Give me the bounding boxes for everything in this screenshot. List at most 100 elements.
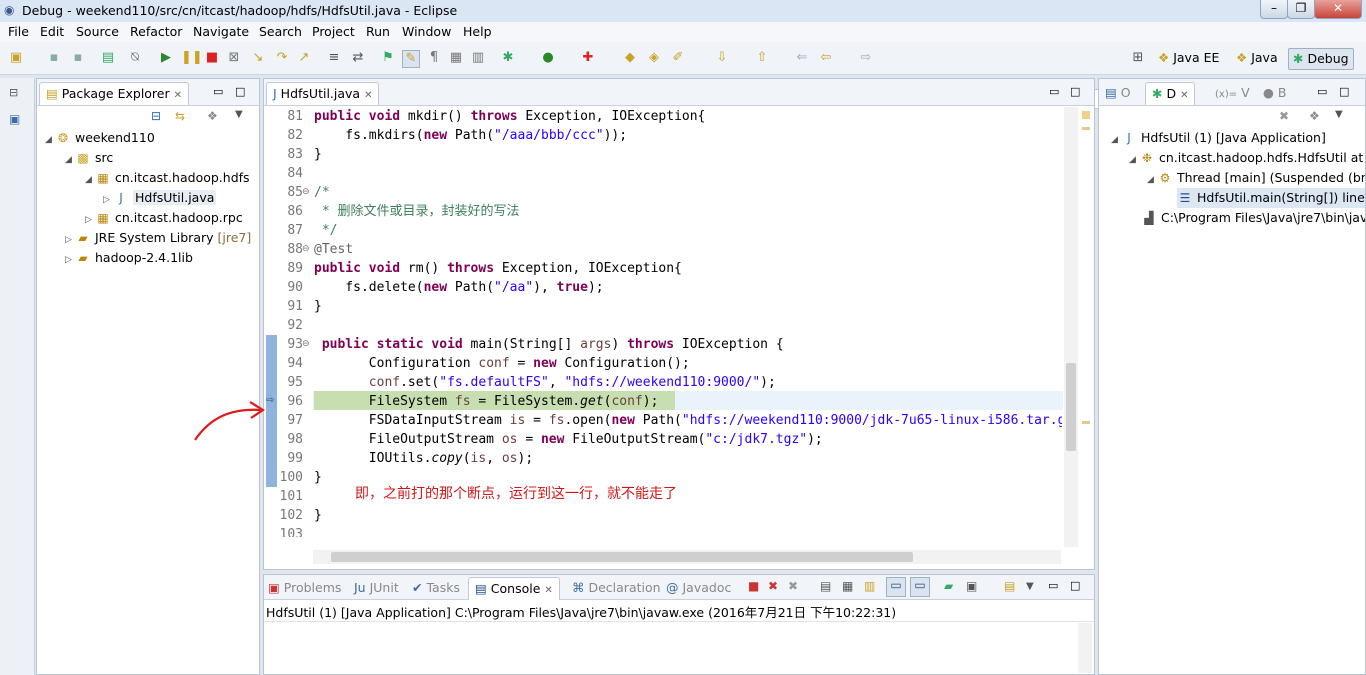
tab-package-explorer[interactable]: ▤ Package Explorer ✕ bbox=[39, 82, 190, 105]
restore-icon[interactable]: ⊟ bbox=[9, 86, 18, 99]
pin-console-icon[interactable]: ▰ bbox=[944, 579, 953, 593]
code-line[interactable]: conf.set("fs.defaultFS", "hdfs://weekend… bbox=[314, 373, 776, 392]
remove-launch-icon[interactable]: ✖ bbox=[768, 579, 778, 593]
maximize-button[interactable]: ❐ bbox=[1287, 0, 1315, 19]
view-focus-icon[interactable]: ❖ bbox=[1309, 109, 1320, 123]
toggle-mark-icon[interactable]: ✎ bbox=[402, 50, 420, 68]
save-all-icon[interactable]: ▪ bbox=[70, 50, 86, 66]
minimize-panel-icon[interactable]: ▭ bbox=[1048, 579, 1058, 592]
step-over-icon[interactable]: ↷ bbox=[274, 50, 290, 66]
close-window-button[interactable]: ✕ bbox=[1314, 0, 1362, 19]
code-line[interactable]: } bbox=[314, 506, 322, 525]
console-scrollbar[interactable] bbox=[1078, 623, 1092, 673]
tab-javadoc[interactable]: @ Javadoc bbox=[666, 577, 731, 599]
perspective-java[interactable]: ❖ Java bbox=[1236, 48, 1278, 68]
minimize-panel-icon[interactable]: ▭ bbox=[1049, 85, 1059, 98]
collapse-all-icon[interactable]: ⊟ bbox=[151, 109, 161, 123]
debug-stack-frame-item[interactable]: ☰ HdfsUtil.main(String[]) line: bbox=[1177, 188, 1365, 208]
next-annotation-icon[interactable]: ⇩ bbox=[714, 50, 730, 66]
code-line[interactable]: fs.mkdirs(new Path("/aaa/bbb/ccc")); bbox=[314, 126, 627, 145]
forward-icon[interactable]: ⇨ bbox=[858, 50, 874, 66]
new-class-icon[interactable]: ✐ bbox=[670, 50, 686, 66]
disconnect-icon[interactable]: ⊠ bbox=[226, 50, 242, 66]
open-perspective-icon[interactable]: ⚑ bbox=[380, 50, 396, 66]
fold-toggle-icon[interactable]: ⊖ bbox=[302, 244, 310, 254]
step-into-icon[interactable]: ↘ bbox=[250, 50, 266, 66]
minimize-button[interactable]: – bbox=[1260, 0, 1288, 19]
debug-icon[interactable]: ✱ bbox=[500, 50, 516, 66]
resume-icon[interactable]: ▶ bbox=[158, 50, 174, 66]
step-return-icon[interactable]: ↗ bbox=[296, 50, 312, 66]
open-perspective-button-icon[interactable]: ⊞ bbox=[1130, 50, 1146, 66]
perspective-debug[interactable]: ✱ Debug bbox=[1288, 48, 1354, 70]
open-type-icon[interactable]: ▤ bbox=[100, 50, 116, 66]
scroll-lock-icon[interactable]: ▦ bbox=[842, 579, 853, 593]
code-line[interactable]: FileOutputStream os = new FileOutputStre… bbox=[314, 430, 823, 449]
code-line[interactable]: public void rm() throws Exception, IOExc… bbox=[314, 259, 682, 278]
code-line[interactable]: } bbox=[314, 297, 322, 316]
block-select-icon[interactable]: ▦ bbox=[448, 50, 464, 66]
tab-tasks[interactable]: ✔ Tasks bbox=[412, 577, 460, 599]
tree-item-src[interactable]: ◢ ▩ src bbox=[65, 148, 113, 168]
scroll-thumb[interactable] bbox=[331, 552, 913, 562]
use-step-filters-icon[interactable]: ⇄ bbox=[350, 50, 366, 66]
remove-terminated-icon[interactable]: ✖ bbox=[1279, 109, 1289, 123]
external-tools-icon[interactable]: ✚ bbox=[580, 50, 596, 66]
close-tab-icon[interactable]: ✕ bbox=[364, 90, 372, 101]
code-line[interactable]: Configuration conf = new Configuration()… bbox=[314, 354, 690, 373]
remove-all-launches-icon[interactable]: ✖ bbox=[788, 579, 798, 593]
show-whitespace-icon[interactable]: ¶ bbox=[426, 50, 442, 66]
view-menu-focus-icon[interactable]: ❖ bbox=[207, 109, 218, 123]
view-menu-icon[interactable]: ▼ bbox=[1335, 109, 1343, 120]
skip-breakpoints-icon[interactable]: ⍉ bbox=[127, 50, 143, 66]
fold-toggle-icon[interactable]: ⊖ bbox=[302, 187, 310, 197]
maximize-panel-icon[interactable]: □ bbox=[1339, 85, 1349, 98]
menu-navigate[interactable]: Navigate bbox=[193, 24, 249, 39]
outline-minimized-icon[interactable]: ▣ bbox=[9, 112, 20, 126]
menu-window[interactable]: Window bbox=[402, 24, 451, 39]
back-icon[interactable]: ⇦ bbox=[818, 50, 834, 66]
warning-marker[interactable] bbox=[1082, 111, 1090, 119]
code-line[interactable]: public void mkdir() throws Exception, IO… bbox=[314, 107, 705, 126]
fold-toggle-icon[interactable]: ⊖ bbox=[302, 339, 310, 349]
editor-vertical-scrollbar[interactable] bbox=[1064, 107, 1078, 547]
show-on-stderr-icon[interactable]: ▭ bbox=[910, 577, 930, 597]
tree-item-project[interactable]: ◢ ❂ weekend110 bbox=[45, 128, 155, 148]
tree-item-package-hdfs[interactable]: ◢ ▦ cn.itcast.hadoop.hdfs bbox=[85, 168, 250, 188]
menu-file[interactable]: File bbox=[8, 24, 29, 39]
menu-refactor[interactable]: Refactor bbox=[130, 24, 182, 39]
debug-launch-item[interactable]: ◢ J HdfsUtil (1) [Java Application] bbox=[1111, 128, 1326, 148]
tab-debug[interactable]: ✱ D ✕ bbox=[1145, 82, 1196, 105]
terminate-console-icon[interactable]: ■ bbox=[748, 579, 759, 593]
minimize-panel-icon[interactable]: ▭ bbox=[1317, 85, 1327, 98]
maximize-panel-icon[interactable]: □ bbox=[1070, 85, 1080, 98]
close-tab-icon[interactable]: ✕ bbox=[174, 90, 182, 101]
save-icon[interactable]: ▪ bbox=[46, 50, 62, 66]
tab-variables[interactable]: (x)= V bbox=[1215, 82, 1250, 104]
new-icon[interactable]: ▣ bbox=[8, 50, 24, 66]
code-line[interactable]: fs.delete(new Path("/aa"), true); bbox=[314, 278, 603, 297]
code-line[interactable]: public static void main(String[] args) t… bbox=[314, 335, 784, 354]
view-menu-icon[interactable]: ▼ bbox=[1026, 581, 1034, 592]
debug-thread-item[interactable]: ◢ ⚙ Thread [main] (Suspended (bre bbox=[1147, 168, 1365, 188]
tab-hdfsutil-java[interactable]: J HdfsUtil.java ✕ bbox=[266, 82, 380, 105]
tree-item-package-rpc[interactable]: ▷ ▦ cn.itcast.hadoop.rpc bbox=[85, 208, 243, 228]
scroll-thumb[interactable] bbox=[1066, 363, 1076, 451]
show-on-stdout-icon[interactable]: ▭ bbox=[886, 577, 906, 597]
tree-item-jre[interactable]: ▷ ▰ JRE System Library [jre7] bbox=[65, 228, 251, 248]
code-line[interactable]: */ bbox=[314, 221, 338, 240]
tab-console[interactable]: ▤ Console ✕ bbox=[468, 577, 560, 600]
tree-item-hadoop-lib[interactable]: ▷ ▰ hadoop-2.4.1lib bbox=[65, 248, 193, 268]
tab-declaration[interactable]: ⌘ Declaration bbox=[572, 577, 661, 599]
menu-help[interactable]: Help bbox=[463, 24, 492, 39]
code-line[interactable]: } bbox=[314, 145, 322, 164]
previous-annotation-icon[interactable]: ⇧ bbox=[754, 50, 770, 66]
maximize-panel-icon[interactable]: □ bbox=[1070, 579, 1080, 592]
link-with-editor-icon[interactable]: ⇆ bbox=[175, 109, 185, 123]
annotation-marker[interactable] bbox=[1082, 421, 1090, 424]
drop-to-frame-icon[interactable]: ≡ bbox=[326, 50, 342, 66]
word-wrap-console-icon[interactable]: ▥ bbox=[864, 579, 875, 593]
clear-console-icon[interactable]: ▤ bbox=[820, 579, 831, 593]
new-java-project-icon[interactable]: ◆ bbox=[622, 50, 638, 66]
last-edit-location-icon[interactable]: ⇐ bbox=[794, 50, 810, 66]
